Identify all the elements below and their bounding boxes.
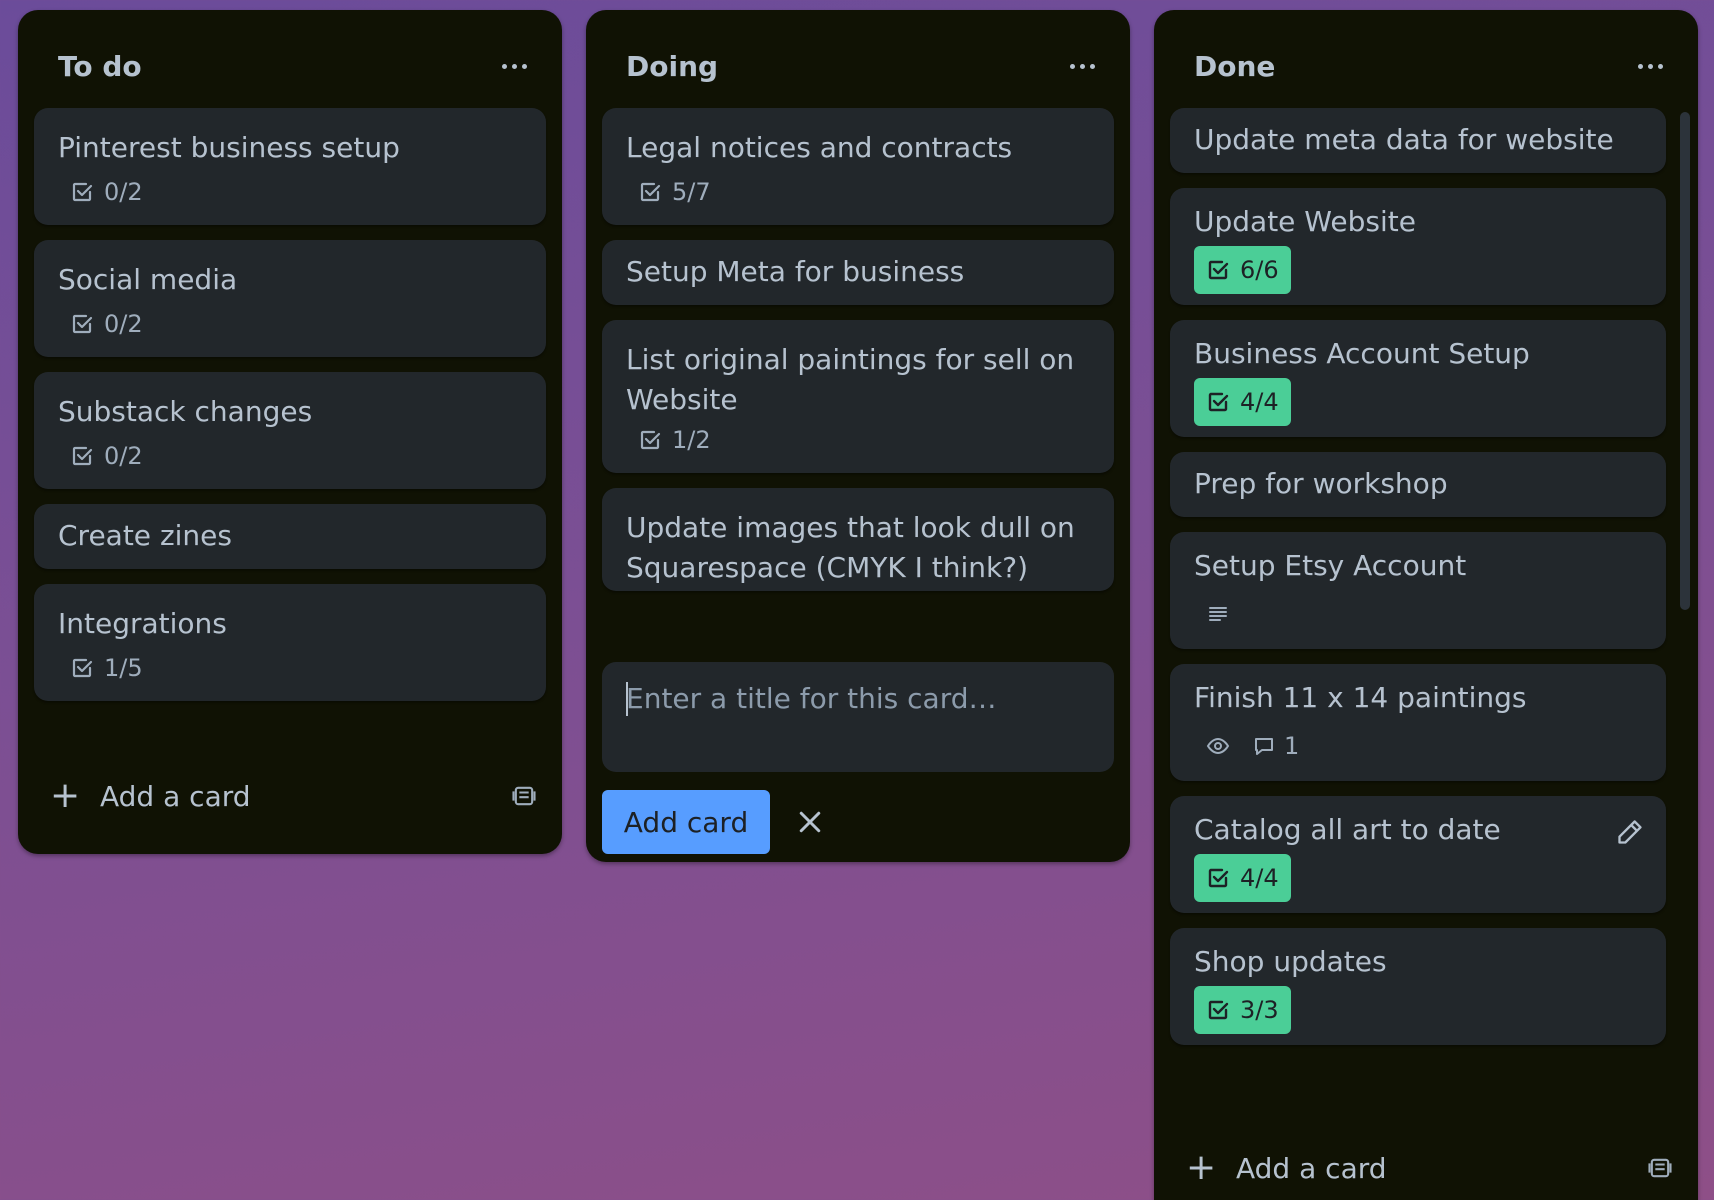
checklist-badge-complete: 4/4 xyxy=(1194,854,1291,902)
checklist-icon xyxy=(1208,868,1229,888)
checklist-badge: 0/2 xyxy=(58,168,155,216)
card-title: Pinterest business setup xyxy=(58,131,400,164)
comment-icon xyxy=(1255,738,1273,755)
card-title: Create zines xyxy=(58,519,232,552)
card[interactable]: Pinterest business setup 0/2 xyxy=(34,108,546,225)
card[interactable]: Business Account Setup 4/4 xyxy=(1170,320,1666,437)
checklist-icon xyxy=(72,314,93,334)
add-card-label: Add a card xyxy=(1236,1151,1387,1185)
card-badges: 1 xyxy=(1194,722,1311,770)
add-card-button[interactable]: + Add a card xyxy=(50,772,538,820)
checklist-count: 0/2 xyxy=(104,442,143,470)
list-header: Doing xyxy=(586,10,1130,106)
card-title: Setup Etsy Account xyxy=(1194,549,1467,582)
list-menu-ellipsis-icon[interactable] xyxy=(1062,46,1102,86)
checklist-count: 0/2 xyxy=(104,178,143,206)
close-icon[interactable] xyxy=(786,798,834,846)
card-container: Update meta data for website Update Webs… xyxy=(1154,10,1698,1118)
card[interactable]: Social media 0/2 xyxy=(34,240,546,357)
text-caret xyxy=(626,682,628,716)
card[interactable]: Finish 11 x 14 paintings 1 xyxy=(1170,664,1666,781)
card-title: Legal notices and contracts xyxy=(626,131,1013,164)
list-header: To do xyxy=(18,10,562,106)
list-title[interactable]: Doing xyxy=(626,50,718,83)
checklist-count: 0/2 xyxy=(104,310,143,338)
eye-icon xyxy=(1206,737,1230,755)
checklist-badge: 5/7 xyxy=(626,168,723,216)
card[interactable]: Update meta data for website xyxy=(1170,108,1666,173)
card-title: Integrations xyxy=(58,607,227,640)
checklist-icon xyxy=(1208,260,1229,280)
card-title: Update Website xyxy=(1194,205,1416,238)
plus-icon: + xyxy=(1186,1147,1217,1188)
checklist-badge: 0/2 xyxy=(58,300,155,348)
list-title[interactable]: To do xyxy=(58,50,142,83)
card-title: Prep for workshop xyxy=(1194,467,1448,500)
add-card-submit-button[interactable]: Add card xyxy=(602,790,770,854)
card[interactable]: Shop updates 3/3 xyxy=(1170,928,1666,1045)
list-menu-ellipsis-icon[interactable] xyxy=(494,46,534,86)
card-title: Update images that look dull on Squaresp… xyxy=(626,511,1075,584)
checklist-icon xyxy=(640,182,661,202)
checklist-count: 1/5 xyxy=(104,654,143,682)
checklist-badge-complete: 3/3 xyxy=(1194,986,1291,1034)
checklist-icon xyxy=(640,430,661,450)
checklist-icon xyxy=(72,182,93,202)
card-title: List original paintings for sell on Webs… xyxy=(626,343,1075,416)
list-done: Done Update meta data for website Update… xyxy=(1154,10,1698,1200)
card-title: Business Account Setup xyxy=(1194,337,1530,370)
template-icon[interactable] xyxy=(1646,1154,1674,1182)
card[interactable]: List original paintings for sell on Webs… xyxy=(602,320,1114,473)
comment-badge: 1 xyxy=(1252,732,1299,760)
card[interactable]: Create zines xyxy=(34,504,546,569)
card-title: Update meta data for website xyxy=(1194,123,1614,156)
checklist-badge-complete: 4/4 xyxy=(1194,378,1291,426)
card[interactable]: Substack changes 0/2 xyxy=(34,372,546,489)
card-title: Finish 11 x 14 paintings xyxy=(1194,681,1527,714)
description-badge xyxy=(1194,590,1242,638)
card[interactable]: Update images that look dull on Squaresp… xyxy=(602,488,1114,591)
card-title: Substack changes xyxy=(58,395,313,428)
list-todo: To do Pinterest business setup 0/2 Socia… xyxy=(18,10,562,854)
checklist-count: 4/4 xyxy=(1240,864,1279,892)
card[interactable]: Setup Etsy Account xyxy=(1170,532,1666,649)
card-title: Setup Meta for business xyxy=(626,255,965,288)
checklist-icon xyxy=(72,658,93,678)
checklist-badge: 0/2 xyxy=(58,432,155,480)
template-icon[interactable] xyxy=(510,782,538,810)
checklist-count: 3/3 xyxy=(1240,996,1279,1024)
add-card-button[interactable]: + Add a card xyxy=(1186,1144,1674,1192)
checklist-count: 4/4 xyxy=(1240,388,1279,416)
checklist-badge: 1/2 xyxy=(626,416,723,464)
checklist-badge: 1/5 xyxy=(58,644,155,692)
description-icon xyxy=(1209,607,1227,621)
checklist-count: 6/6 xyxy=(1240,256,1279,284)
plus-icon: + xyxy=(50,775,81,816)
checklist-count: 1/2 xyxy=(672,426,711,454)
card[interactable]: Legal notices and contracts 5/7 xyxy=(602,108,1114,225)
checklist-icon xyxy=(72,446,93,466)
card-title: Shop updates xyxy=(1194,945,1387,978)
card[interactable]: Catalog all art to date 4/4 xyxy=(1170,796,1666,913)
checklist-icon xyxy=(1208,1000,1229,1020)
checklist-badge-complete: 6/6 xyxy=(1194,246,1291,294)
add-card-label: Add a card xyxy=(100,779,251,813)
list-doing: Doing Legal notices and contracts 5/7 Se… xyxy=(586,10,1130,862)
card[interactable]: Setup Meta for business xyxy=(602,240,1114,305)
comment-count: 1 xyxy=(1284,732,1300,760)
card[interactable]: Prep for workshop xyxy=(1170,452,1666,517)
checklist-icon xyxy=(1208,392,1229,412)
card[interactable]: Integrations 1/5 xyxy=(34,584,546,701)
card[interactable]: Update Website 6/6 xyxy=(1170,188,1666,305)
pencil-icon[interactable] xyxy=(1616,818,1644,846)
card-title: Social media xyxy=(58,263,238,296)
new-card-title-input[interactable] xyxy=(602,662,1114,772)
checklist-count: 5/7 xyxy=(672,178,711,206)
card-title: Catalog all art to date xyxy=(1194,813,1501,846)
